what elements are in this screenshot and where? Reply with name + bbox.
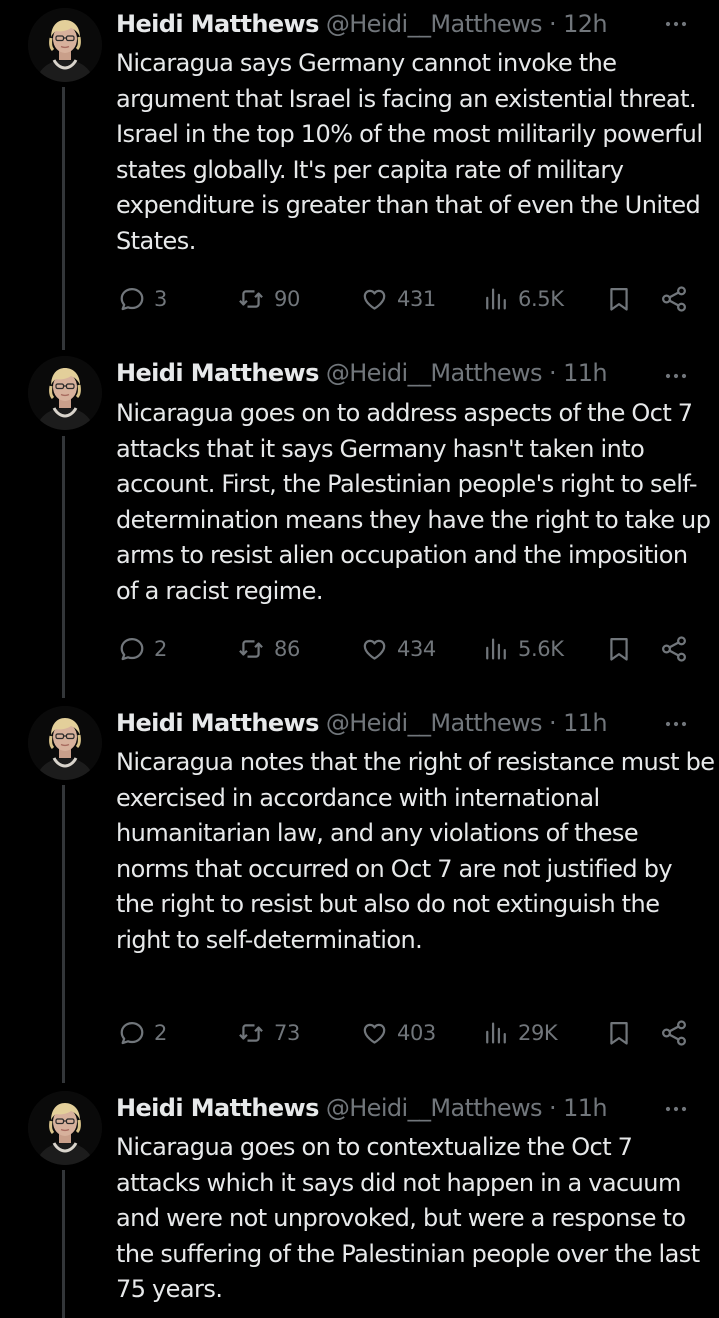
separator-dot: ·: [549, 709, 557, 737]
repost-count: 86: [274, 637, 300, 661]
timestamp[interactable]: 12h: [563, 10, 608, 38]
bar-chart-icon: [482, 635, 510, 663]
share-button[interactable]: [659, 1018, 689, 1048]
timestamp[interactable]: 11h: [563, 709, 608, 737]
author-handle[interactable]: @Heidi__Matthews: [326, 709, 543, 737]
reply-count: 2: [154, 1021, 167, 1045]
tweet-header: Heidi Matthews @Heidi__Matthews · 11h: [116, 706, 719, 740]
bookmark-icon: [605, 1019, 633, 1047]
author-handle[interactable]: @Heidi__Matthews: [326, 10, 543, 38]
repost-count: 73: [274, 1021, 300, 1045]
author-name[interactable]: Heidi Matthews: [116, 709, 319, 737]
more-dots-icon[interactable]: [663, 366, 689, 386]
tweet[interactable]: Heidi Matthews @Heidi__Matthews · 11h Ni…: [0, 350, 719, 700]
share-button[interactable]: [659, 634, 689, 664]
reply-button[interactable]: 2: [118, 634, 167, 664]
speech-bubble-icon: [118, 1019, 146, 1047]
separator-dot: ·: [549, 359, 557, 387]
bookmark-button[interactable]: [605, 1018, 633, 1048]
bookmark-icon: [605, 635, 633, 663]
author-handle[interactable]: @Heidi__Matthews: [326, 359, 543, 387]
views-button[interactable]: 5.6K: [482, 634, 564, 664]
view-count: 5.6K: [518, 637, 564, 661]
author-handle[interactable]: @Heidi__Matthews: [326, 1094, 543, 1122]
tweet[interactable]: Heidi Matthews @Heidi__Matthews · 12h Ni…: [0, 0, 719, 350]
more-dots-icon[interactable]: [663, 14, 689, 34]
avatar[interactable]: [28, 706, 102, 780]
tweet-header: Heidi Matthews @Heidi__Matthews · 11h: [116, 1091, 719, 1125]
heart-icon: [360, 1019, 389, 1047]
repost-button[interactable]: 86: [236, 634, 300, 664]
repost-arrows-icon: [236, 1019, 266, 1047]
share-nodes-icon: [659, 1018, 689, 1048]
avatar[interactable]: [28, 1091, 102, 1165]
tweet[interactable]: Heidi Matthews @Heidi__Matthews · 11h Ni…: [0, 700, 719, 1085]
reply-button[interactable]: 3: [118, 284, 167, 314]
separator-dot: ·: [549, 1094, 557, 1122]
separator-dot: ·: [549, 10, 557, 38]
tweet-text: Nicaragua goes on to contextualize the O…: [116, 1133, 700, 1303]
repost-button[interactable]: 90: [236, 284, 300, 314]
tweet-header: Heidi Matthews @Heidi__Matthews · 11h: [116, 356, 719, 390]
heart-icon: [360, 635, 389, 663]
like-count: 434: [397, 637, 436, 661]
like-count: 431: [397, 287, 436, 311]
more-dots-icon[interactable]: [663, 714, 689, 734]
repost-arrows-icon: [236, 285, 266, 313]
author-name[interactable]: Heidi Matthews: [116, 1094, 319, 1122]
author-name[interactable]: Heidi Matthews: [116, 359, 319, 387]
more-dots-icon[interactable]: [663, 1099, 689, 1119]
timestamp[interactable]: 11h: [563, 1094, 608, 1122]
reply-count: 2: [154, 637, 167, 661]
repost-button[interactable]: 73: [236, 1018, 300, 1048]
bar-chart-icon: [482, 285, 510, 313]
bookmark-button[interactable]: [605, 284, 633, 314]
tweet[interactable]: Heidi Matthews @Heidi__Matthews · 11h Ni…: [0, 1085, 719, 1318]
author-name[interactable]: Heidi Matthews: [116, 10, 319, 38]
speech-bubble-icon: [118, 285, 146, 313]
views-button[interactable]: 6.5K: [482, 284, 564, 314]
avatar[interactable]: [28, 356, 102, 430]
bar-chart-icon: [482, 1019, 510, 1047]
like-button[interactable]: 403: [360, 1018, 436, 1048]
repost-count: 90: [274, 287, 300, 311]
reply-button[interactable]: 2: [118, 1018, 167, 1048]
bookmark-icon: [605, 285, 633, 313]
tweet-text: Nicaragua notes that the right of resist…: [116, 748, 715, 954]
avatar[interactable]: [28, 8, 102, 82]
tweet-text: Nicaragua says Germany cannot invoke the…: [116, 49, 703, 255]
share-nodes-icon: [659, 284, 689, 314]
repost-arrows-icon: [236, 635, 266, 663]
speech-bubble-icon: [118, 635, 146, 663]
tweet-text: Nicaragua goes on to address aspects of …: [116, 399, 711, 605]
view-count: 29K: [518, 1021, 558, 1045]
views-button[interactable]: 29K: [482, 1018, 558, 1048]
reply-count: 3: [154, 287, 167, 311]
like-count: 403: [397, 1021, 436, 1045]
like-button[interactable]: 434: [360, 634, 436, 664]
bookmark-button[interactable]: [605, 634, 633, 664]
view-count: 6.5K: [518, 287, 564, 311]
share-button[interactable]: [659, 284, 689, 314]
heart-icon: [360, 285, 389, 313]
timestamp[interactable]: 11h: [563, 359, 608, 387]
like-button[interactable]: 431: [360, 284, 436, 314]
tweet-header: Heidi Matthews @Heidi__Matthews · 12h: [116, 7, 719, 41]
share-nodes-icon: [659, 634, 689, 664]
